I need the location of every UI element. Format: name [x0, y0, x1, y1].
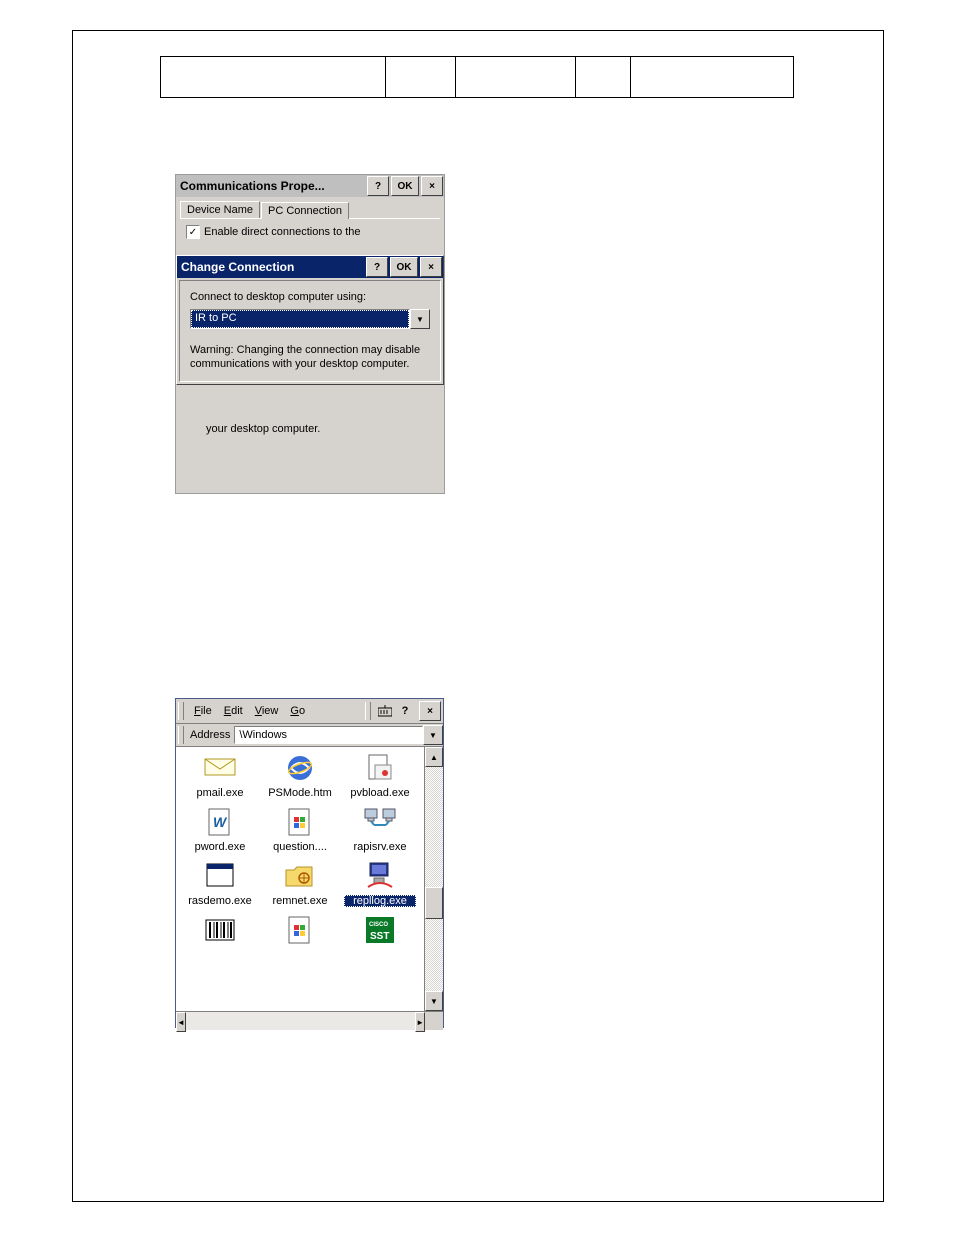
- drag-handle-icon[interactable]: [178, 702, 184, 720]
- scroll-left-button[interactable]: ◄: [176, 1012, 186, 1032]
- file-item[interactable]: rasdemo.exe: [184, 859, 256, 907]
- folder-network-icon: [283, 859, 317, 893]
- scroll-right-button[interactable]: ►: [415, 1012, 425, 1032]
- keyboard-icon[interactable]: [375, 702, 395, 720]
- scroll-up-button[interactable]: ▲: [425, 747, 443, 767]
- windows-file-icon: [283, 805, 317, 839]
- scroll-down-button[interactable]: ▼: [425, 991, 443, 1011]
- comm-title-text: Communications Prope...: [180, 179, 366, 193]
- file-item[interactable]: PSMode.htm: [264, 751, 336, 799]
- file-item[interactable]: rapisrv.exe: [344, 805, 416, 853]
- change-close-button[interactable]: ×: [420, 257, 442, 277]
- file-name: pvbload.exe: [344, 787, 416, 799]
- change-titlebar[interactable]: Change Connection ? OK ×: [177, 256, 443, 278]
- menu-help-button[interactable]: ?: [395, 702, 415, 720]
- file-item[interactable]: [264, 913, 336, 949]
- explorer-close-button[interactable]: ×: [419, 701, 441, 721]
- trailing-text: your desktop computer.: [206, 423, 320, 435]
- svg-text:SST: SST: [370, 931, 389, 942]
- file-item[interactable]: pmail.exe: [184, 751, 256, 799]
- change-ok-button[interactable]: OK: [390, 257, 418, 277]
- cisco-sst-icon: CISCO SST: [363, 913, 397, 947]
- help-button[interactable]: ?: [367, 176, 389, 196]
- file-name-selected: repllog.exe: [344, 895, 416, 907]
- header-table: [160, 56, 794, 98]
- mail-icon: [203, 751, 237, 785]
- computer-sync-icon: [363, 859, 397, 893]
- enable-connections-label: Enable direct connections to the: [204, 226, 361, 238]
- file-item[interactable]: repllog.exe: [344, 859, 416, 907]
- file-grid: pmail.exe PSMode.htm pvbload.exe: [176, 747, 424, 1011]
- address-drag-handle-icon[interactable]: [178, 726, 184, 744]
- vscroll-thumb[interactable]: [425, 887, 443, 919]
- file-explorer-window: File Edit View Go ? × Address \Windows ▼: [175, 698, 444, 1028]
- connection-dropdown[interactable]: IR to PC ▼: [190, 309, 430, 329]
- dropdown-arrow-icon[interactable]: ▼: [410, 309, 430, 329]
- comm-titlebar[interactable]: Communications Prope... ? OK ×: [176, 175, 444, 197]
- file-name: rapisrv.exe: [344, 841, 416, 853]
- hscroll-track[interactable]: [186, 1012, 415, 1030]
- menu-view[interactable]: View: [249, 703, 285, 719]
- change-title-text: Change Connection: [181, 260, 365, 274]
- vscroll-track[interactable]: [425, 767, 443, 991]
- menu-go[interactable]: Go: [284, 703, 311, 719]
- connect-using-label: Connect to desktop computer using:: [190, 291, 430, 303]
- file-item[interactable]: CISCO SST: [344, 913, 416, 949]
- ie-icon: [283, 751, 317, 785]
- word-icon: W: [203, 805, 237, 839]
- connection-dropdown-value: IR to PC: [190, 309, 410, 329]
- file-item[interactable]: W pword.exe: [184, 805, 256, 853]
- change-connection-window: Change Connection ? OK × Connect to desk…: [176, 255, 444, 385]
- file-name: pword.exe: [184, 841, 256, 853]
- address-label: Address: [188, 729, 232, 741]
- communications-properties-window: Communications Prope... ? OK × Device Na…: [175, 174, 445, 494]
- tab-pc-connection[interactable]: PC Connection: [261, 202, 349, 219]
- file-item[interactable]: [184, 913, 256, 949]
- network-pcs-icon: [363, 805, 397, 839]
- vb-exe-icon: [363, 751, 397, 785]
- file-name: PSMode.htm: [264, 787, 336, 799]
- menu-file[interactable]: File: [188, 703, 218, 719]
- ok-button[interactable]: OK: [391, 176, 419, 196]
- menu-edit[interactable]: Edit: [218, 703, 249, 719]
- warning-text: Warning: Changing the connection may dis…: [190, 343, 430, 371]
- change-help-button[interactable]: ?: [366, 257, 388, 277]
- drag-handle-2-icon[interactable]: [365, 702, 371, 720]
- horizontal-scrollbar[interactable]: ◄ ►: [176, 1011, 443, 1030]
- file-item[interactable]: pvbload.exe: [344, 751, 416, 799]
- window-app-icon: [203, 859, 237, 893]
- file-name: remnet.exe: [264, 895, 336, 907]
- file-item[interactable]: remnet.exe: [264, 859, 336, 907]
- vertical-scrollbar[interactable]: ▲ ▼: [424, 747, 443, 1011]
- barcode-icon: [203, 913, 237, 947]
- address-bar: Address \Windows ▼: [176, 724, 443, 747]
- file-item[interactable]: question....: [264, 805, 336, 853]
- enable-connections-checkbox[interactable]: ✓: [186, 225, 200, 239]
- tab-device-name[interactable]: Device Name: [180, 201, 260, 218]
- address-field[interactable]: \Windows: [234, 726, 423, 744]
- close-button[interactable]: ×: [421, 176, 443, 196]
- menu-bar: File Edit View Go ? ×: [176, 699, 443, 724]
- file-name: rasdemo.exe: [184, 895, 256, 907]
- address-dropdown-arrow-icon[interactable]: ▼: [423, 725, 443, 745]
- windows-file-icon-2: [283, 913, 317, 947]
- file-name: pmail.exe: [184, 787, 256, 799]
- svg-text:CISCO: CISCO: [369, 922, 388, 928]
- file-name: question....: [264, 841, 336, 853]
- scroll-corner: [425, 1012, 443, 1030]
- svg-text:W: W: [213, 814, 228, 830]
